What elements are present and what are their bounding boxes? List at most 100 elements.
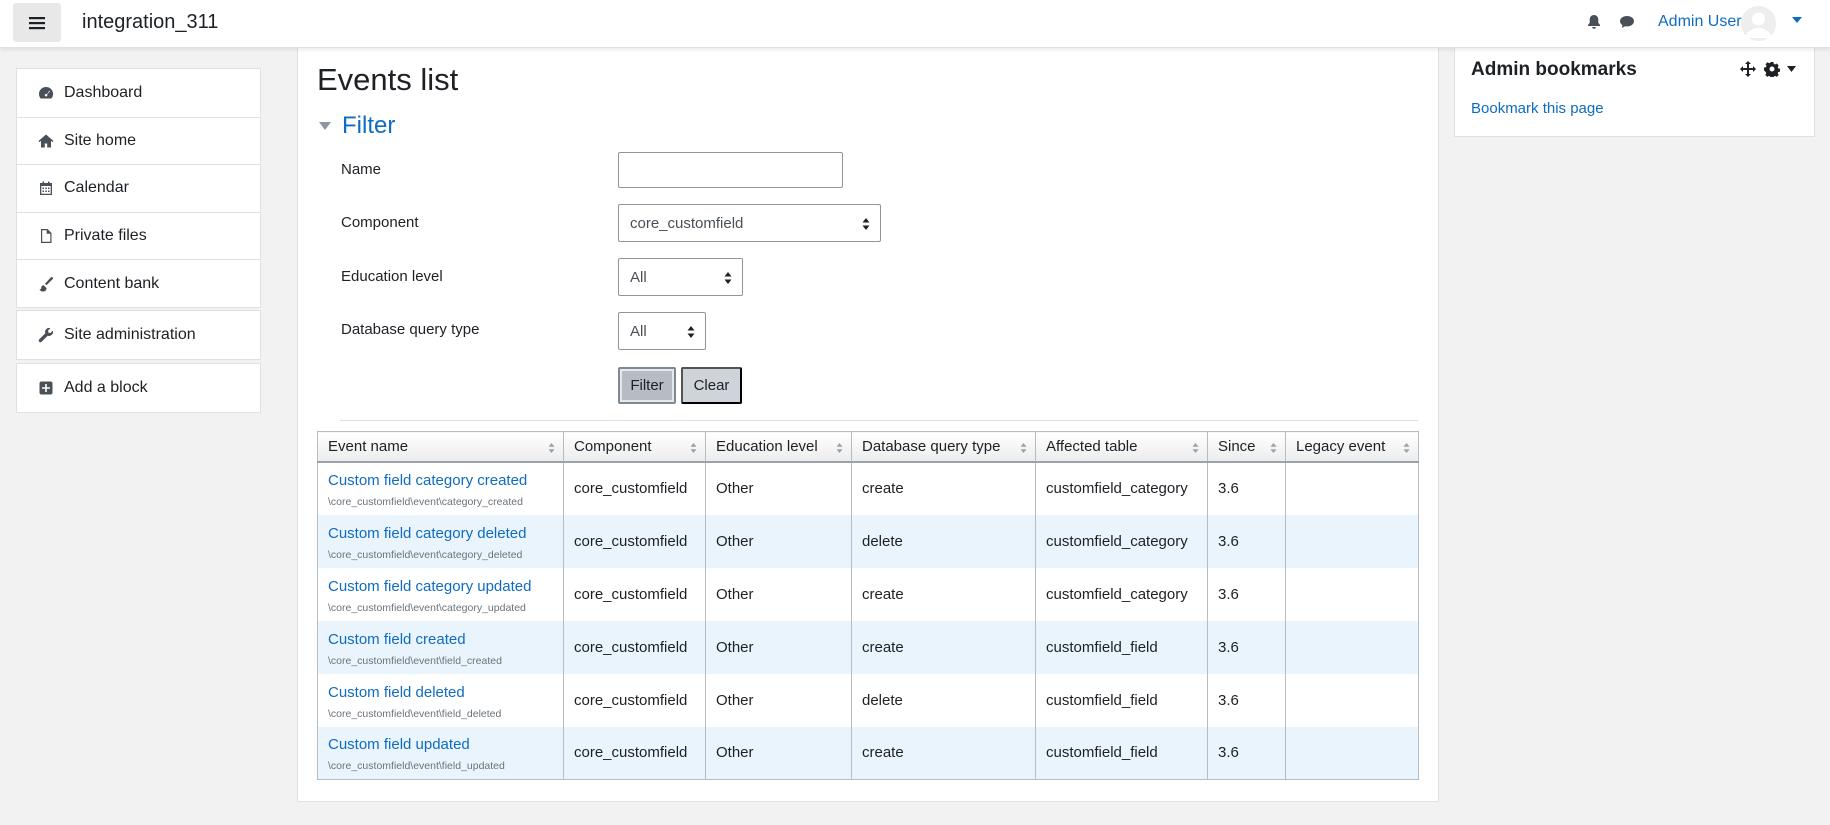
nav-item-label: Site administration [64, 325, 196, 343]
calendar-icon [37, 180, 54, 196]
education-level-cell: Other [705, 514, 852, 568]
nav-item-private-files[interactable]: Private files [17, 211, 260, 260]
sort-icon [836, 443, 843, 453]
filter-heading: Filter [342, 112, 396, 139]
affected-table-cell: customfield_field [1035, 673, 1208, 727]
crud-cell: delete [851, 673, 1036, 727]
clear-button[interactable]: Clear [681, 367, 742, 404]
bookmark-this-page-link[interactable]: Bookmark this page [1471, 100, 1604, 117]
event-name-link[interactable]: Custom field category deleted [328, 525, 563, 543]
component-cell: core_customfield [563, 461, 706, 515]
component-cell: core_customfield [563, 567, 706, 621]
nav-item-content-bank[interactable]: Content bank [17, 259, 260, 307]
paintbrush-icon [37, 276, 54, 292]
crud-cell: create [851, 461, 1036, 515]
legacy-event-cell [1285, 726, 1419, 780]
user-menu-name[interactable]: Admin User [1658, 13, 1742, 31]
event-name-link[interactable]: Custom field deleted [328, 684, 563, 702]
sort-icon [1192, 443, 1199, 453]
affected-table-cell: customfield_category [1035, 567, 1208, 621]
nav-group-main: Dashboard Site home Calendar Private fil… [16, 68, 261, 308]
select-arrows-icon [724, 272, 732, 284]
legacy-event-cell [1285, 514, 1419, 568]
site-name-link[interactable]: integration_311 [82, 11, 218, 34]
event-class-path: \core_customfield\event\category_updated [328, 601, 526, 614]
sort-icon [1403, 443, 1410, 453]
notifications-bell-icon[interactable] [1585, 13, 1603, 31]
column-header-database-query-type[interactable]: Database query type [851, 431, 1036, 463]
table-row: Custom field category updated \core_custo… [317, 567, 1419, 621]
column-header-education-level[interactable]: Education level [705, 431, 852, 463]
table-row: Custom field updated \core_customfield\ev… [317, 726, 1419, 780]
event-name-link[interactable]: Custom field category created [328, 472, 563, 490]
since-cell: 3.6 [1207, 726, 1286, 780]
column-header-affected-table[interactable]: Affected table [1035, 431, 1208, 463]
file-icon [37, 228, 54, 244]
nav-item-label: Dashboard [64, 83, 143, 101]
component-cell: core_customfield [563, 726, 706, 780]
education-level-cell: Other [705, 726, 852, 780]
component-select[interactable]: core_customfield [618, 204, 881, 242]
crud-cell: create [851, 726, 1036, 780]
component-cell: core_customfield [563, 514, 706, 568]
column-header-component[interactable]: Component [563, 431, 706, 463]
legacy-event-cell [1285, 567, 1419, 621]
education-level-select-value: All [630, 268, 647, 286]
column-header-since[interactable]: Since [1207, 431, 1286, 463]
home-icon [37, 133, 54, 149]
sort-icon [690, 443, 697, 453]
nav-item-label: Content bank [64, 274, 160, 292]
education-level-select[interactable]: All [618, 258, 743, 296]
nav-drawer: Dashboard Site home Calendar Private fil… [0, 48, 281, 825]
hamburger-icon [29, 16, 45, 29]
nav-group-blocks: Add a block [16, 363, 261, 413]
gear-icon[interactable] [1764, 61, 1780, 77]
select-arrows-icon [862, 218, 870, 230]
event-class-path: \core_customfield\event\field_deleted [328, 707, 502, 720]
event-name-link[interactable]: Custom field category updated [328, 578, 563, 596]
table-row: Custom field created \core_customfield\ev… [317, 620, 1419, 674]
since-cell: 3.6 [1207, 461, 1286, 515]
affected-table-cell: customfield_field [1035, 620, 1208, 674]
database-query-type-select[interactable]: All [618, 312, 706, 350]
nav-item-site-administration[interactable]: Site administration [17, 311, 260, 359]
education-level-cell: Other [705, 620, 852, 674]
sort-icon [548, 443, 555, 453]
name-input[interactable] [618, 152, 843, 188]
nav-item-calendar[interactable]: Calendar [17, 164, 260, 212]
filter-section-toggle[interactable]: Filter [318, 112, 395, 140]
table-header-row: Event name Component Education level Dat… [317, 431, 1419, 463]
column-header-legacy-event[interactable]: Legacy event [1285, 431, 1419, 463]
event-name-link[interactable]: Custom field updated [328, 736, 563, 754]
crud-cell: create [851, 620, 1036, 674]
column-header-event-name[interactable]: Event name [317, 431, 564, 463]
crud-cell: create [851, 567, 1036, 621]
database-query-type-select-value: All [630, 322, 647, 340]
legacy-event-cell [1285, 461, 1419, 515]
menu-toggle-button[interactable] [13, 3, 61, 42]
since-cell: 3.6 [1207, 514, 1286, 568]
wrench-icon [37, 327, 54, 343]
nav-item-label: Site home [64, 131, 137, 149]
nav-item-dashboard[interactable]: Dashboard [17, 69, 260, 117]
divider [340, 420, 1418, 421]
avatar[interactable] [1741, 6, 1776, 41]
affected-table-cell: customfield_category [1035, 514, 1208, 568]
chevron-down-icon[interactable] [1792, 17, 1802, 23]
move-icon[interactable] [1740, 61, 1756, 77]
event-class-path: \core_customfield\event\field_updated [328, 760, 505, 773]
dashboard-icon [37, 85, 54, 101]
top-navbar: integration_311 Admin User [0, 0, 1830, 48]
event-name-link[interactable]: Custom field created [328, 631, 563, 649]
affected-table-cell: customfield_field [1035, 726, 1208, 780]
since-cell: 3.6 [1207, 567, 1286, 621]
component-cell: core_customfield [563, 673, 706, 727]
messages-chat-icon[interactable] [1618, 13, 1636, 31]
legacy-event-cell [1285, 673, 1419, 727]
chevron-down-icon[interactable] [1787, 66, 1796, 72]
nav-item-site-home[interactable]: Site home [17, 116, 260, 165]
education-level-cell: Other [705, 673, 852, 727]
education-level-label: Education level [341, 268, 443, 285]
nav-item-add-block[interactable]: Add a block [17, 364, 260, 412]
filter-button[interactable]: Filter [618, 367, 676, 404]
